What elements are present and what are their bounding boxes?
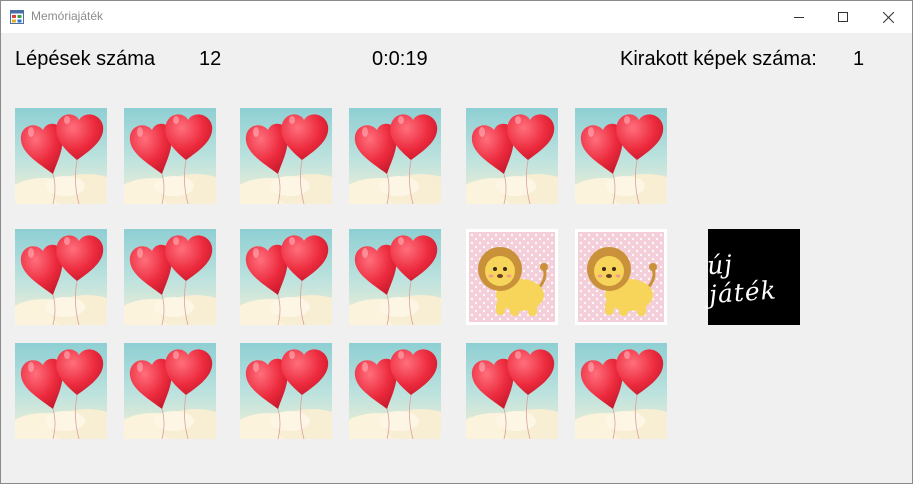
game-area: Lépések száma 12 0:0:19 Kirakott képek s…: [1, 33, 912, 483]
heart-balloons-image: [575, 343, 667, 439]
card-face-down[interactable]: [466, 108, 558, 204]
minimize-button[interactable]: [776, 1, 822, 33]
heart-balloons-image: [349, 229, 441, 325]
steps-value: 12: [199, 48, 222, 70]
lion-image: [575, 229, 667, 325]
close-icon: [882, 11, 894, 23]
maximize-button[interactable]: [820, 1, 866, 33]
heart-balloons-image: [575, 108, 667, 204]
heart-balloons-image: [240, 108, 332, 204]
card-face-down[interactable]: [124, 108, 216, 204]
card-face-down[interactable]: [240, 343, 332, 439]
main-window: Memóriajáték Lépések száma 12 0:0:19 Kir…: [0, 0, 913, 484]
card-face-down[interactable]: [124, 343, 216, 439]
heart-balloons-image: [15, 343, 107, 439]
heart-balloons-image: [466, 108, 558, 204]
window-title: Memóriajáték: [31, 9, 104, 23]
card-face-down[interactable]: [15, 343, 107, 439]
card-face-down[interactable]: [575, 343, 667, 439]
title-bar[interactable]: Memóriajáték: [1, 1, 912, 33]
heart-balloons-image: [466, 343, 558, 439]
heart-balloons-image: [240, 343, 332, 439]
card-face-down[interactable]: [240, 108, 332, 204]
heart-balloons-image: [349, 343, 441, 439]
card-revealed-lion[interactable]: [466, 229, 558, 325]
card-face-down[interactable]: [349, 108, 441, 204]
close-button[interactable]: [865, 1, 911, 33]
card-face-down[interactable]: [15, 108, 107, 204]
card-face-down[interactable]: [124, 229, 216, 325]
maximize-icon: [838, 12, 848, 22]
heart-balloons-image: [124, 108, 216, 204]
heart-balloons-image: [240, 229, 332, 325]
card-face-down[interactable]: [466, 343, 558, 439]
heart-balloons-image: [349, 108, 441, 204]
steps-label: Lépések száma: [15, 48, 156, 70]
card-face-down[interactable]: [240, 229, 332, 325]
card-face-down[interactable]: [349, 343, 441, 439]
new-game-label: új játék: [706, 249, 778, 310]
card-face-down[interactable]: [575, 108, 667, 204]
timer: 0:0:19: [372, 48, 428, 70]
solved-value: 1: [853, 48, 865, 70]
card-face-down[interactable]: [15, 229, 107, 325]
card-revealed-lion[interactable]: [575, 229, 667, 325]
card-face-down[interactable]: [349, 229, 441, 325]
heart-balloons-image: [15, 108, 107, 204]
minimize-icon: [794, 17, 804, 18]
heart-balloons-image: [124, 229, 216, 325]
heart-balloons-image: [124, 343, 216, 439]
lion-image: [466, 229, 558, 325]
solved-label: Kirakott képek száma:: [620, 48, 817, 70]
new-game-button[interactable]: új játék: [706, 229, 800, 325]
windows-form-icon: [10, 10, 24, 24]
heart-balloons-image: [15, 229, 107, 325]
